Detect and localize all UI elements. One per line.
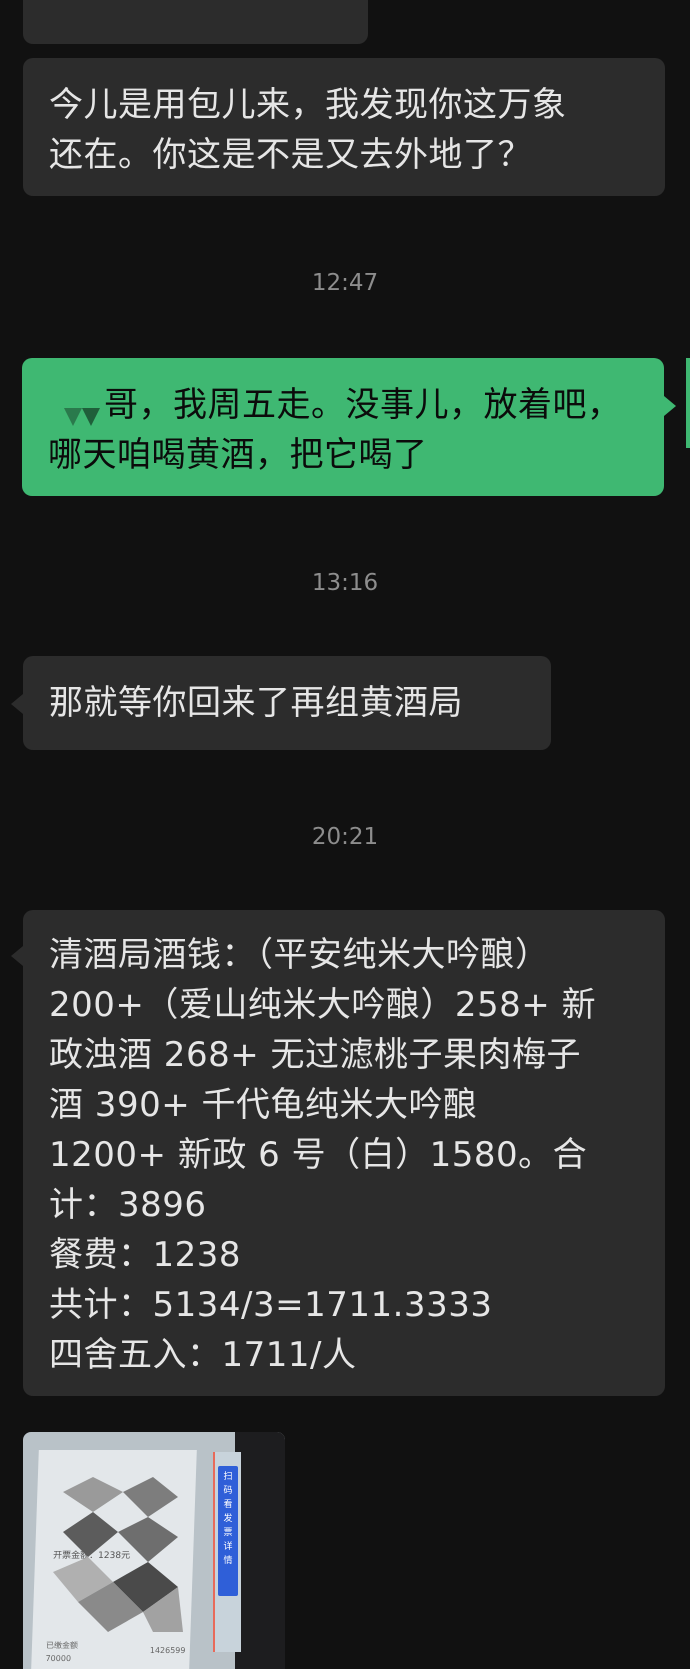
message-bubble-incoming[interactable]: 那就等你回来了再组黄酒局 [23,656,551,750]
receipt-footer-value: 1426599 [149,1646,186,1655]
message-text: 计：3896 [49,1185,207,1225]
message-text: 共计：5134/3=1711.3333 [49,1285,493,1325]
message-text: 200+（爱山纯米大吟酿）258+ 新 [49,985,597,1025]
message-text: 那就等你回来了再组黄酒局 [49,683,463,723]
device-edge [235,1432,285,1669]
message-text: 餐费：1238 [49,1235,242,1275]
side-char: 码 [223,1486,233,1496]
side-panel-label: 扫 码 看 发 票 详 情 [218,1466,238,1596]
message-text: 酒 390+ 千代龟纯米大吟酿 [49,1085,478,1125]
side-char: 详 [223,1542,233,1552]
receipt-footer-value: 70000 [45,1654,72,1663]
timestamp: 20:21 [311,824,379,850]
message-bubble-outgoing[interactable]: 哥，我周五走。没事儿，放着吧， 哪天咱喝黄酒，把它喝了 [22,358,664,496]
message-text: 四舍五入：1711/人 [49,1335,357,1375]
message-text: 哪天咱喝黄酒，把它喝了 [48,435,428,475]
side-char: 发 [223,1514,233,1524]
bubble-tail [11,946,23,966]
message-text: 1200+ 新政 6 号（白）1580。合 [49,1135,588,1175]
timestamp: 13:16 [311,570,379,596]
partial-bubble-top[interactable] [23,0,368,44]
side-char: 情 [223,1556,233,1566]
side-char: 扫 [223,1472,233,1482]
redaction-mosaic [53,1477,183,1632]
side-char: 票 [223,1528,233,1538]
message-text: 哥，我周五走。没事儿，放着吧， [48,380,638,430]
timestamp: 12:47 [311,270,379,296]
message-text: 清酒局酒钱：（平安纯米大吟酿） [49,935,550,975]
message-text: 今儿是用包儿来，我发现你这万象 [49,85,567,125]
redacted-name [62,394,102,426]
bubble-tail [11,694,23,714]
scroll-indicator [686,358,690,448]
message-text: 政浊酒 268+ 无过滤桃子果肉梅子 [49,1035,581,1075]
receipt-footer-label: 已缴金额 [45,1641,79,1650]
side-char: 看 [223,1500,233,1510]
bubble-tail [664,396,676,416]
message-bubble-incoming[interactable]: 清酒局酒钱：（平安纯米大吟酿） 200+（爱山纯米大吟酿）258+ 新 政浊酒 … [23,910,665,1396]
image-message-receipt[interactable]: 开票金额：1238元 已缴金额 70000 1426599 扫 码 看 发 票 … [23,1432,285,1669]
message-bubble-incoming[interactable]: 今儿是用包儿来，我发现你这万象 还在。你这是不是又去外地了？ [23,58,665,196]
message-text: 还在。你这是不是又去外地了？ [49,135,532,175]
side-panel: 扫 码 看 发 票 详 情 [213,1452,241,1652]
